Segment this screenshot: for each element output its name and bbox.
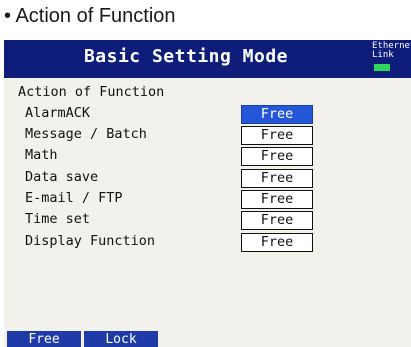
setting-row-data-save[interactable]: Data save Free <box>4 169 411 190</box>
setting-label: Display Function <box>25 233 156 249</box>
setting-label: Time set <box>25 211 91 227</box>
device-screen: Basic Setting Mode Ethernet Link Action … <box>4 40 411 347</box>
setting-value-field[interactable]: Free <box>241 211 313 230</box>
setting-label: Data save <box>25 169 99 185</box>
setting-value-field[interactable]: Free <box>241 147 313 166</box>
setting-value-field[interactable]: Free <box>241 190 313 209</box>
figure-caption: • Action of Function <box>4 5 176 27</box>
setting-label: Message / Batch <box>25 126 147 142</box>
link-status-indicator-icon <box>374 64 390 71</box>
setting-row-email-ftp[interactable]: E-mail / FTP Free <box>4 190 411 211</box>
setting-row-message-batch[interactable]: Message / Batch Free <box>4 126 411 147</box>
setting-row-time-set[interactable]: Time set Free <box>4 211 411 232</box>
setting-value-field[interactable]: Free <box>241 126 313 145</box>
section-heading: Action of Function <box>18 84 165 100</box>
setting-row-math[interactable]: Math Free <box>4 147 411 168</box>
setting-value-field[interactable]: Free <box>241 169 313 188</box>
softkey-lock-button[interactable]: Lock <box>84 331 158 347</box>
setting-label: E-mail / FTP <box>25 190 123 206</box>
setting-value-field[interactable]: Free <box>241 105 313 124</box>
setting-row-alarm-ack[interactable]: AlarmACK Free <box>4 105 411 126</box>
softkey-free-button[interactable]: Free <box>7 331 81 347</box>
screen-title: Basic Setting Mode <box>83 46 289 67</box>
softkey-bar: Free Lock <box>4 331 411 347</box>
title-bar: Basic Setting Mode Ethernet Link <box>4 40 411 78</box>
setting-row-display-function[interactable]: Display Function Free <box>4 233 411 254</box>
ethernet-status: Ethernet Link <box>372 42 411 60</box>
setting-value-field[interactable]: Free <box>241 233 313 252</box>
setting-label: AlarmACK <box>25 105 91 121</box>
link-label: Link <box>372 50 394 60</box>
setting-label: Math <box>25 147 58 163</box>
